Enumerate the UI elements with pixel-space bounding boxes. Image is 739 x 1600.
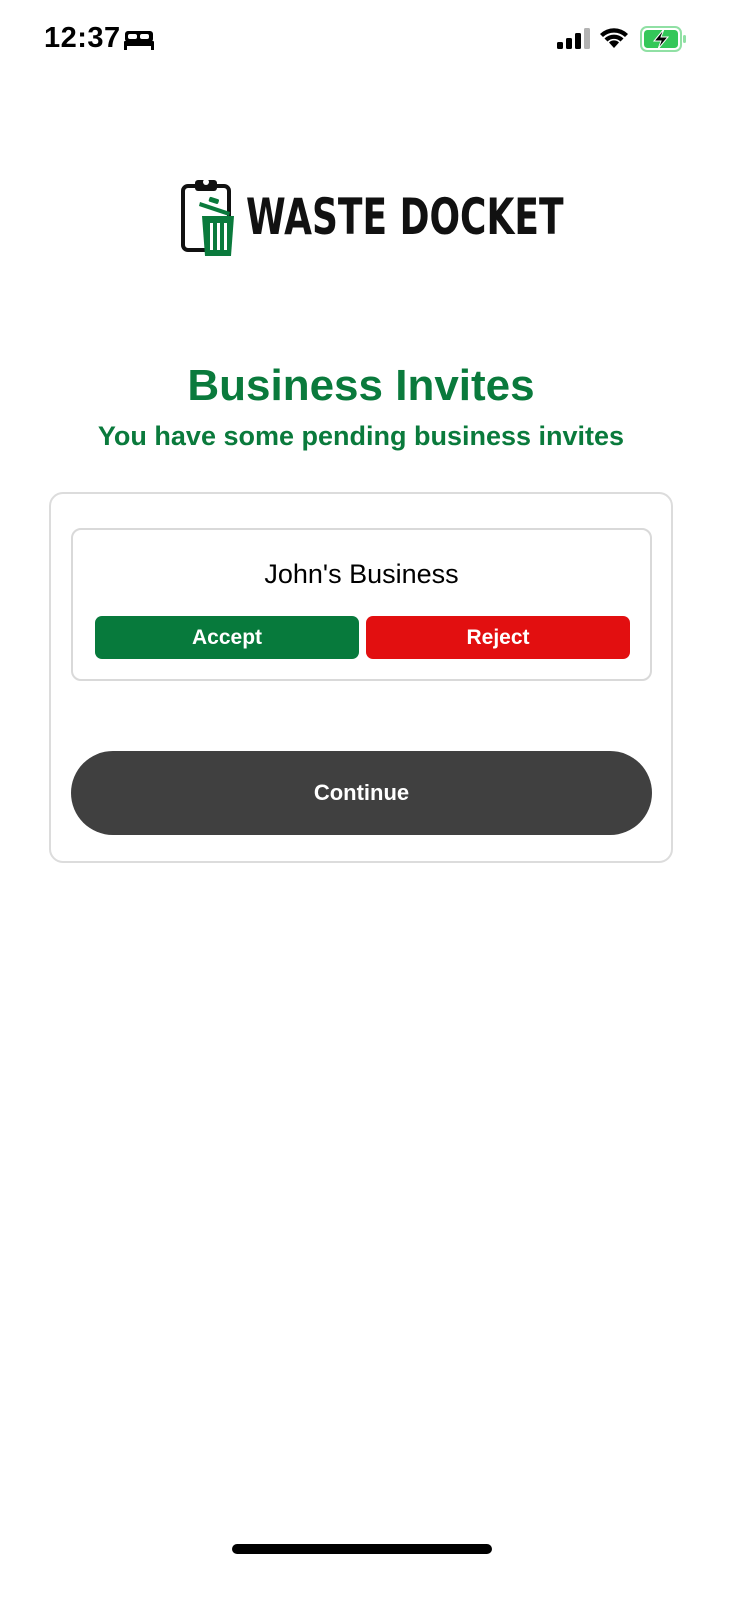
clipboard-trash-icon (181, 179, 234, 256)
accept-button[interactable]: Accept (95, 616, 359, 659)
app-logo: WASTE DOCKET (180, 176, 564, 260)
business-name: John's Business (264, 559, 459, 589)
status-bar: 12:37 (0, 0, 739, 84)
page-title: Business Invites (187, 361, 535, 410)
continue-button[interactable]: Continue (71, 751, 652, 835)
reject-button[interactable]: Reject (366, 616, 630, 659)
wifi-icon (600, 28, 628, 48)
logo-text: WASTE DOCKET (246, 188, 564, 246)
home-indicator[interactable] (232, 1544, 492, 1554)
cellular-signal-icon (557, 28, 590, 49)
page-subtitle: You have some pending business invites (97, 421, 625, 451)
sleep-icon (124, 31, 154, 50)
invite-card: John's Business Accept Reject (71, 528, 652, 681)
battery-charging-icon (640, 26, 686, 52)
status-time: 12:37 (44, 22, 121, 54)
